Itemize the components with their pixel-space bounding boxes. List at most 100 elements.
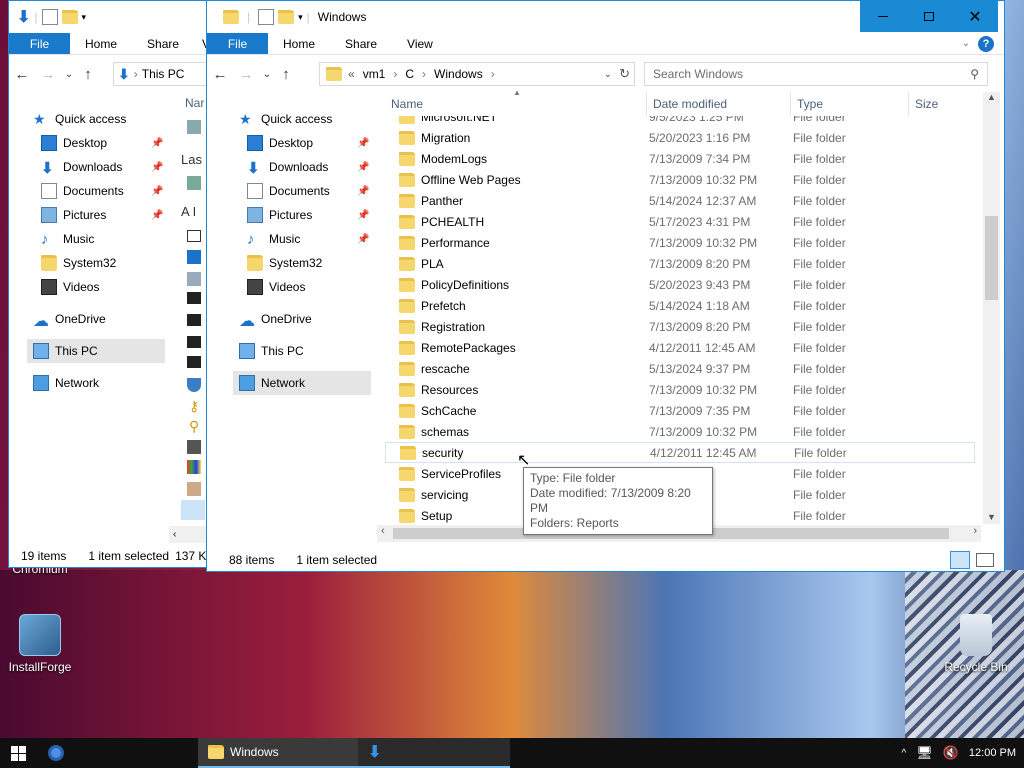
column-name[interactable]: Name ▲ (385, 88, 647, 116)
file-row[interactable]: PolicyDefinitions 5/20/2023 9:43 PM File f… (385, 274, 975, 295)
nav-this-pc[interactable]: This PC (233, 339, 378, 363)
address-overflow[interactable]: « (348, 67, 355, 81)
breadcrumb-windows[interactable]: Windows (434, 67, 483, 81)
file-row[interactable]: schemas 7/13/2009 10:32 PM File folder (385, 421, 975, 442)
up-button[interactable]: ↑ (275, 66, 297, 83)
file-row[interactable]: Offline Web Pages 7/13/2009 10:32 PM File … (385, 169, 975, 190)
file-row[interactable]: Prefetch 5/14/2024 1:18 AM File folder (385, 295, 975, 316)
breadcrumb-vm1[interactable]: vm1 (363, 67, 386, 81)
qat-dropdown-icon[interactable]: ▾ (298, 12, 303, 23)
properties-icon[interactable] (258, 9, 275, 25)
up-button[interactable]: ↑ (77, 66, 99, 83)
file-row[interactable]: ModemLogs 7/13/2009 7:34 PM File folder (385, 148, 975, 169)
nav-onedrive[interactable]: ☁ OneDrive (27, 307, 172, 331)
back-button[interactable]: ← (207, 66, 233, 83)
tab-home[interactable]: Home (70, 33, 132, 54)
column-date-modified[interactable]: Date modified (647, 92, 791, 116)
nav-desktop[interactable]: Desktop 📌 (233, 131, 378, 155)
close-button[interactable]: ✕ (952, 1, 998, 32)
file-row[interactable]: Resources 7/13/2009 10:32 PM File folder (385, 379, 975, 400)
tab-file[interactable]: File (207, 33, 268, 54)
search-input[interactable]: Search Windows (653, 67, 743, 81)
nav-documents[interactable]: Documents 📌 (27, 179, 172, 203)
clock[interactable]: 12:00 PM (969, 747, 1016, 759)
scroll-right-icon[interactable]: › (973, 525, 977, 537)
desktop-icon-recycle-bin[interactable]: Recycle Bin (936, 614, 1016, 674)
file-row[interactable]: Migration 5/20/2023 1:16 PM File folder (385, 127, 975, 148)
nav-videos[interactable]: Videos (233, 275, 378, 299)
tab-share[interactable]: Share (330, 33, 392, 54)
file-row[interactable]: SchCache 7/13/2009 7:35 PM File folder (385, 400, 975, 421)
maximize-button[interactable] (906, 1, 952, 32)
show-hidden-icons[interactable]: ^ (902, 748, 907, 759)
taskbar-downloader[interactable]: ⬇ (358, 738, 510, 768)
explorer-window-windows[interactable]: | ▾ | Windows ✕ File Home Share View ⌄ ?… (206, 0, 1005, 572)
minimize-button[interactable] (860, 1, 906, 32)
nav-documents[interactable]: Documents 📌 (233, 179, 378, 203)
nav-pictures[interactable]: Pictures 📌 (233, 203, 378, 227)
new-folder-icon[interactable] (61, 10, 78, 24)
forward-button[interactable]: → (35, 66, 61, 83)
scroll-left-icon[interactable]: ‹ (381, 525, 385, 537)
file-row[interactable]: Performance 7/13/2009 10:32 PM File folder (385, 232, 975, 253)
nav-downloads[interactable]: ⬇ Downloads 📌 (27, 155, 172, 179)
file-row[interactable]: PCHEALTH 5/17/2023 4:31 PM File folder (385, 211, 975, 232)
refresh-icon[interactable]: ↻ (619, 66, 630, 82)
tab-file[interactable]: File (9, 33, 70, 54)
qat-dropdown-icon[interactable]: ▾ (82, 12, 87, 23)
address-bar[interactable]: « vm1 › C › Windows › ⌄ ↻ (319, 62, 635, 86)
tab-share[interactable]: Share (132, 33, 194, 54)
file-row[interactable]: rescache 5/13/2024 9:37 PM File folder (385, 358, 975, 379)
recent-locations-icon[interactable]: ⌄ (61, 69, 77, 80)
file-row[interactable]: Registration 7/13/2009 8:20 PM File folder (385, 316, 975, 337)
vertical-scrollbar[interactable]: ▲ ▼ (983, 92, 1000, 524)
nav-quick-access[interactable]: ★ Quick access (27, 107, 172, 131)
nav-pictures[interactable]: Pictures 📌 (27, 203, 172, 227)
scrollbar-thumb[interactable] (985, 216, 998, 300)
file-row[interactable]: PLA 7/13/2009 8:20 PM File folder (385, 253, 975, 274)
nav-network[interactable]: Network (233, 371, 371, 395)
scroll-up-icon[interactable]: ▲ (983, 92, 1000, 102)
address-bar[interactable]: ⬇ › This PC (113, 62, 217, 86)
back-button[interactable]: ← (9, 66, 35, 83)
address-dropdown-icon[interactable]: ⌄ (604, 69, 612, 80)
taskbar-windows-explorer[interactable]: Windows (198, 738, 358, 768)
breadcrumb-c[interactable]: C (405, 67, 414, 81)
file-row[interactable]: Panther 5/14/2024 12:37 AM File folder (385, 190, 975, 211)
column-size[interactable]: Size (909, 92, 985, 116)
nav-quick-access[interactable]: ★ Quick access (233, 107, 378, 131)
nav-music[interactable]: ♪ Music (27, 227, 172, 251)
expand-ribbon-icon[interactable]: ⌄ (962, 38, 970, 49)
properties-icon[interactable] (41, 9, 58, 25)
nav-videos[interactable]: Videos (27, 275, 172, 299)
volume-muted-icon[interactable]: 🔇 (943, 745, 959, 761)
recent-locations-icon[interactable]: ⌄ (259, 69, 275, 80)
nav-system32[interactable]: System32 (27, 251, 172, 275)
explorer-window-this-pc[interactable]: ⬇ | ▾ File Home Share Vi ← → ⌄ ↑ ⬇ › Thi… (8, 0, 219, 568)
file-row[interactable]: RemotePackages 4/12/2011 12:45 AM File fol… (385, 337, 975, 358)
details-view-button[interactable] (950, 551, 970, 569)
forward-button[interactable]: → (233, 66, 259, 83)
column-type[interactable]: Type (791, 92, 909, 116)
selected-file-icon[interactable] (181, 500, 205, 520)
nav-onedrive[interactable]: ☁ OneDrive (233, 307, 378, 331)
scroll-down-icon[interactable]: ▼ (983, 512, 1000, 522)
file-row[interactable]: security 4/12/2011 12:45 AM File folder (385, 442, 975, 463)
nav-downloads[interactable]: ⬇ Downloads 📌 (233, 155, 378, 179)
scroll-left-icon[interactable]: ‹ (169, 529, 176, 540)
tab-home[interactable]: Home (268, 33, 330, 54)
nav-music[interactable]: ♪ Music 📌 (233, 227, 378, 251)
file-row[interactable]: Microsoft.NET 9/5/2023 1:25 PM File folder (385, 116, 975, 127)
taskbar-chromium[interactable] (36, 738, 76, 768)
nav-system32[interactable]: System32 (233, 251, 378, 275)
nav-desktop[interactable]: Desktop 📌 (27, 131, 172, 155)
nav-this-pc[interactable]: This PC (27, 339, 165, 363)
search-box[interactable]: Search Windows ⚲ (644, 62, 988, 86)
tab-view[interactable]: View (392, 33, 448, 54)
network-status-icon[interactable]: 🖥 (916, 745, 933, 761)
start-button[interactable] (0, 738, 36, 768)
large-icons-view-button[interactable] (976, 553, 994, 567)
desktop-icon-installforge[interactable]: InstallForge (0, 614, 80, 674)
help-icon[interactable]: ? (978, 35, 994, 52)
new-folder-icon[interactable] (278, 10, 295, 24)
